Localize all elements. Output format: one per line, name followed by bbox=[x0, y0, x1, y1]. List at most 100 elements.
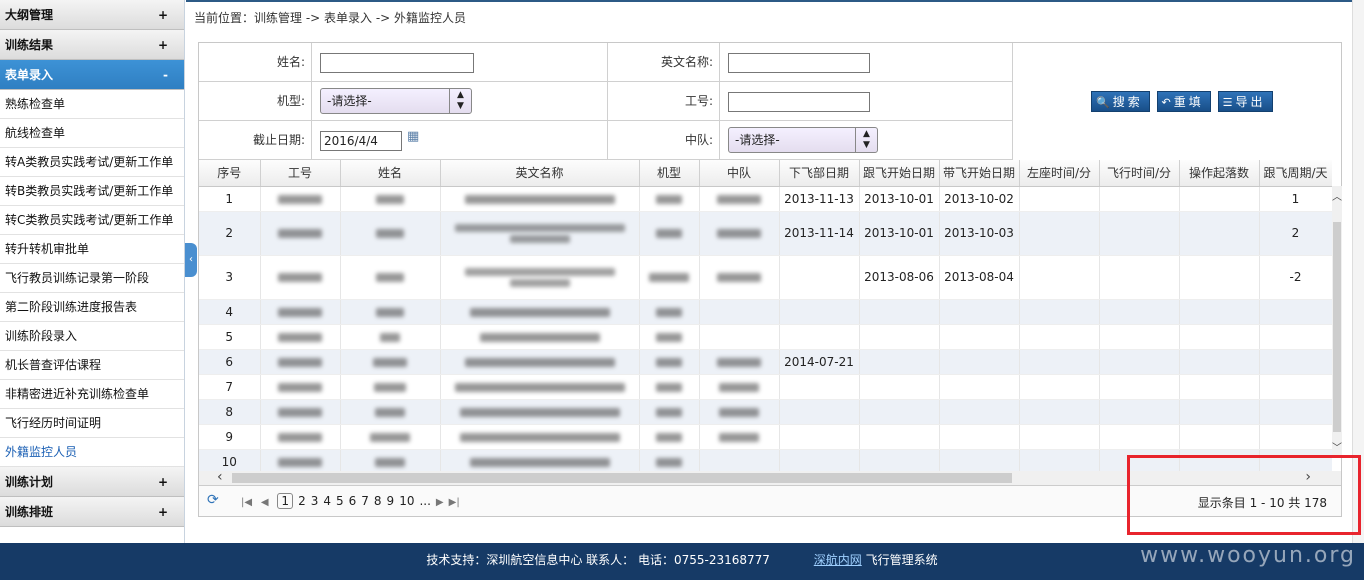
column-header[interactable]: 跟飞周期/天 bbox=[1259, 160, 1332, 187]
sidebar-item[interactable]: 转B类教员实践考试/更新工作单 bbox=[0, 177, 184, 206]
model-label: 机型: bbox=[199, 82, 312, 121]
name-input[interactable] bbox=[320, 53, 474, 73]
column-header[interactable]: 姓名 bbox=[340, 160, 441, 187]
first-page-icon[interactable]: |◀ bbox=[241, 497, 252, 508]
sidebar-group-top0[interactable]: 大纲管理 + bbox=[0, 0, 184, 30]
cell-obscured bbox=[340, 299, 441, 325]
next-page-icon[interactable]: ▶ bbox=[436, 497, 444, 508]
chevron-down-icon[interactable]: ﹀ bbox=[1332, 439, 1342, 454]
column-header[interactable]: 操作起落数 bbox=[1179, 160, 1260, 187]
collapse-sidebar-button[interactable]: ‹ bbox=[185, 243, 197, 277]
sidebar-item[interactable]: 转A类教员实践考试/更新工作单 bbox=[0, 148, 184, 177]
page-link[interactable]: 6 bbox=[349, 494, 357, 508]
squadron-select[interactable]: -请选择- ▲ ▼ bbox=[728, 127, 878, 153]
cell-lead-date bbox=[939, 399, 1020, 425]
deadline-input[interactable]: 2016/4/4 bbox=[320, 131, 402, 151]
prev-page-icon[interactable]: ◀ bbox=[261, 497, 269, 508]
cell-follow-date bbox=[859, 399, 940, 425]
sidebar-item[interactable]: 转C类教员实践考试/更新工作单 bbox=[0, 206, 184, 235]
page-link[interactable]: 1 bbox=[277, 493, 294, 509]
cell-obscured bbox=[699, 399, 780, 425]
table-row[interactable]: 9 bbox=[199, 424, 1332, 450]
sidebar-item[interactable]: 第二阶段训练进度报告表 bbox=[0, 293, 184, 322]
cell-empty bbox=[1179, 374, 1260, 400]
cell-down-date: 2014-07-21 bbox=[779, 349, 860, 375]
chevron-up-icon[interactable]: ︿ bbox=[1332, 188, 1342, 203]
column-header[interactable]: 英文名称 bbox=[440, 160, 640, 187]
chevron-left-icon[interactable]: ‹ bbox=[217, 469, 223, 485]
column-header[interactable]: 跟飞开始日期 bbox=[859, 160, 940, 187]
page-link[interactable]: 5 bbox=[336, 494, 344, 508]
sidebar-item[interactable]: 飞行经历时间证明 bbox=[0, 409, 184, 438]
table-row[interactable]: 7 bbox=[199, 374, 1332, 400]
reset-button[interactable]: ↶ 重填 bbox=[1156, 91, 1211, 112]
grid-vertical-scrollbar[interactable]: ︿ ﹀ bbox=[1332, 186, 1342, 456]
sidebar-item[interactable]: 转升转机审批单 bbox=[0, 235, 184, 264]
cell-follow-date: 2013-08-06 bbox=[859, 255, 940, 300]
column-header[interactable]: 带飞开始日期 bbox=[939, 160, 1020, 187]
footer-system-name: 飞行管理系统 bbox=[865, 553, 938, 567]
sidebar-group-top1[interactable]: 训练结果 + bbox=[0, 30, 184, 60]
cell-lead-date bbox=[939, 374, 1020, 400]
cell-empty bbox=[1019, 324, 1100, 350]
page-link[interactable]: 4 bbox=[323, 494, 331, 508]
sidebar-group-top2[interactable]: 表单录入 - bbox=[0, 60, 184, 90]
sidebar-group-bottom1[interactable]: 训练排班 + bbox=[0, 497, 184, 527]
scroll-thumb[interactable] bbox=[1333, 222, 1341, 432]
page-link[interactable]: 10 bbox=[399, 494, 414, 508]
table-row[interactable]: 4 bbox=[199, 299, 1332, 325]
table-row[interactable]: 8 bbox=[199, 399, 1332, 425]
cell-obscured bbox=[260, 374, 341, 400]
cell-cycle bbox=[1259, 299, 1332, 325]
table-row[interactable]: 6 2014-07-21 bbox=[199, 349, 1332, 375]
page-link[interactable]: 7 bbox=[361, 494, 369, 508]
column-header[interactable]: 左座时间/分 bbox=[1019, 160, 1100, 187]
cell-obscured bbox=[639, 299, 700, 325]
table-row[interactable]: 1 2013-11-13 2013-10-01 2013-10-02 1 bbox=[199, 186, 1332, 212]
export-button[interactable]: ☰ 导出 bbox=[1217, 91, 1273, 112]
sidebar-item[interactable]: 训练阶段录入 bbox=[0, 322, 184, 351]
reset-label: 重填 bbox=[1173, 95, 1204, 109]
sidebar-group-label: 训练结果 bbox=[5, 38, 54, 52]
page-link[interactable]: 9 bbox=[387, 494, 395, 508]
undo-icon: ↶ bbox=[1161, 96, 1171, 109]
sidebar-item[interactable]: 熟练检查单 bbox=[0, 90, 184, 119]
model-select[interactable]: -请选择- ▲ ▼ bbox=[320, 88, 472, 114]
table-row[interactable]: 3 2013-08-06 2013-08-04 -2 bbox=[199, 255, 1332, 300]
column-header[interactable]: 工号 bbox=[260, 160, 341, 187]
sidebar-item[interactable]: 航线检查单 bbox=[0, 119, 184, 148]
sidebar-item[interactable]: 非精密进近补充训练检查单 bbox=[0, 380, 184, 409]
cell-obscured bbox=[440, 324, 640, 350]
column-header[interactable]: 序号 bbox=[199, 160, 261, 187]
en-name-input[interactable] bbox=[728, 53, 870, 73]
intranet-link[interactable]: 深航内网 bbox=[814, 553, 862, 567]
emp-no-input[interactable] bbox=[728, 92, 870, 112]
page-link[interactable]: 8 bbox=[374, 494, 382, 508]
column-header[interactable]: 中队 bbox=[699, 160, 780, 187]
last-page-icon[interactable]: ▶| bbox=[449, 497, 460, 508]
cell-obscured bbox=[340, 324, 441, 350]
sidebar-item[interactable]: 飞行教员训练记录第一阶段 bbox=[0, 264, 184, 293]
sidebar-item[interactable]: 机长普查评估课程 bbox=[0, 351, 184, 380]
cell-obscured bbox=[340, 374, 441, 400]
scroll-thumb[interactable] bbox=[232, 473, 1012, 483]
column-header[interactable]: 下飞部日期 bbox=[779, 160, 860, 187]
sidebar-item[interactable]: 外籍监控人员 bbox=[0, 438, 184, 467]
minus-icon: - bbox=[163, 68, 168, 82]
page-link[interactable]: 3 bbox=[311, 494, 319, 508]
cell-empty bbox=[1099, 211, 1180, 256]
page-link[interactable]: ... bbox=[419, 494, 430, 508]
table-row[interactable]: 2 2013-11-14 2013-10-01 2013-10-03 2 bbox=[199, 211, 1332, 256]
search-button[interactable]: 🔍 搜索 bbox=[1091, 91, 1150, 112]
sidebar-group-bottom0[interactable]: 训练计划 + bbox=[0, 467, 184, 497]
column-header[interactable]: 机型 bbox=[639, 160, 700, 187]
calendar-icon[interactable]: ▦ bbox=[407, 129, 419, 144]
cell-empty bbox=[1179, 424, 1260, 450]
cell-obscured bbox=[340, 349, 441, 375]
cell-obscured bbox=[699, 211, 780, 256]
page-link[interactable]: 2 bbox=[298, 494, 306, 508]
table-row[interactable]: 5 bbox=[199, 324, 1332, 350]
column-header[interactable]: 飞行时间/分 bbox=[1099, 160, 1180, 187]
refresh-icon[interactable]: ⟳ bbox=[207, 492, 219, 508]
cell-down-date bbox=[779, 449, 860, 471]
